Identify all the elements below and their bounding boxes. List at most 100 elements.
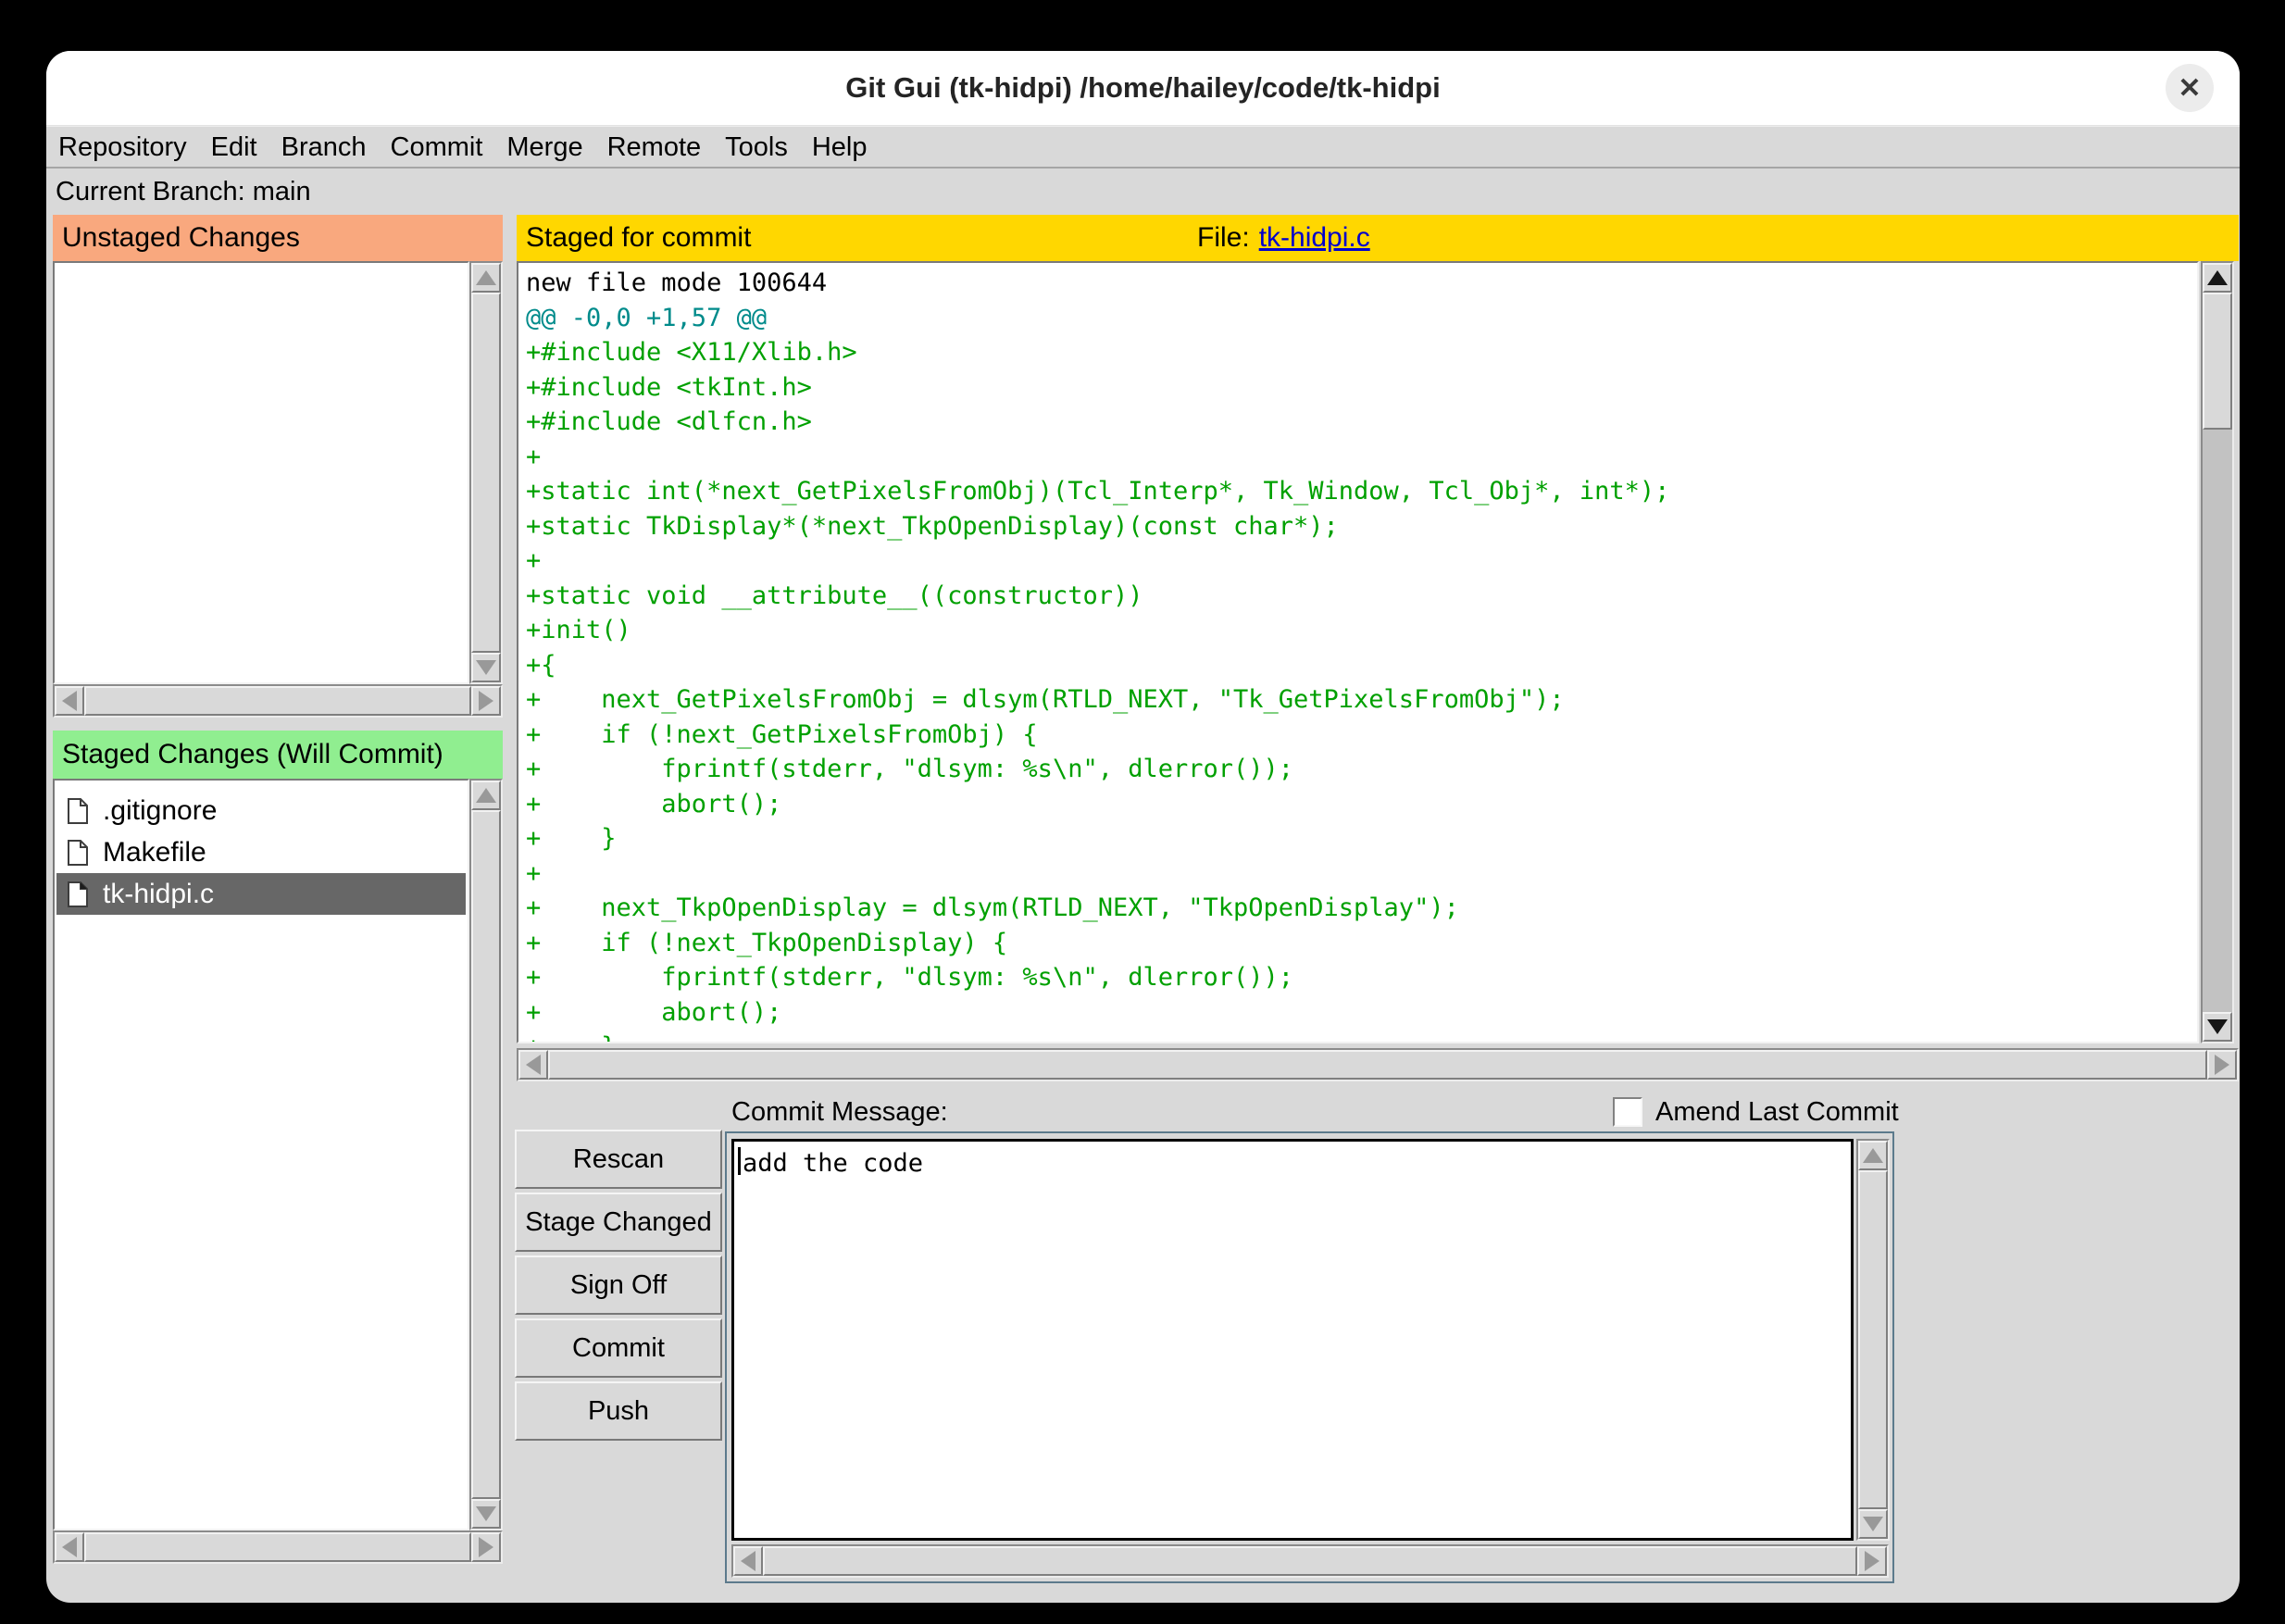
diff-line: + — [526, 856, 2190, 892]
scroll-up-button[interactable] — [471, 263, 501, 293]
staged-horizontal-scrollbar[interactable] — [53, 1530, 503, 1564]
menu-item-edit[interactable]: Edit — [199, 132, 269, 163]
sign-off-button[interactable]: Sign Off — [515, 1255, 722, 1315]
file-icon[interactable] — [68, 881, 88, 907]
window-title: Git Gui (tk-hidpi) /home/hailey/code/tk-… — [845, 71, 1440, 105]
scrollbar-thumb[interactable] — [763, 1546, 1857, 1576]
scrollbar-thumb[interactable] — [471, 810, 501, 1499]
diff-line: + abort(); — [526, 787, 2190, 822]
diff-header: Staged for commit File: tk-hidpi.c — [517, 215, 2239, 261]
unstaged-horizontal-scrollbar[interactable] — [53, 684, 503, 718]
scrollbar-thumb[interactable] — [84, 1532, 471, 1562]
diff-view[interactable]: new file mode 100644@@ -0,0 +1,57 @@+#in… — [517, 261, 2199, 1043]
unstaged-vertical-scrollbar[interactable] — [469, 261, 503, 684]
diff-line: + abort(); — [526, 995, 2190, 1031]
amend-last-commit-checkbox[interactable] — [1613, 1097, 1642, 1127]
unstaged-changes-header: Unstaged Changes — [53, 215, 503, 261]
amend-group: Amend Last Commit — [1613, 1092, 1899, 1132]
menu-item-repository[interactable]: Repository — [46, 132, 199, 163]
file-icon[interactable] — [68, 798, 88, 824]
file-icon[interactable] — [68, 840, 88, 866]
unstaged-changes-list[interactable] — [53, 261, 469, 684]
staged-file-row-tk-hidpi.c[interactable]: tk-hidpi.c — [56, 873, 466, 915]
stage-changed-button[interactable]: Stage Changed — [515, 1193, 722, 1252]
menu-item-help[interactable]: Help — [800, 132, 880, 163]
menu-item-tools[interactable]: Tools — [713, 132, 800, 163]
diff-line: + } — [526, 1030, 2190, 1043]
amend-last-commit-label[interactable]: Amend Last Commit — [1655, 1097, 1899, 1128]
diff-line: +static TkDisplay*(*next_TkpOpenDisplay)… — [526, 509, 2190, 544]
close-button[interactable]: ✕ — [2166, 64, 2214, 112]
file-name-label: Makefile — [103, 837, 206, 868]
scroll-left-button[interactable] — [55, 686, 84, 716]
diff-line: +static void __attribute__((constructor)… — [526, 579, 2190, 614]
scrollbar-thumb[interactable] — [548, 1050, 2207, 1080]
diff-line: + if (!next_TkpOpenDisplay) { — [526, 926, 2190, 961]
up-arrow-icon — [476, 788, 496, 803]
file-name-label: tk-hidpi.c — [103, 879, 214, 910]
scroll-down-button[interactable] — [2203, 1012, 2232, 1042]
staged-file-row-.gitignore[interactable]: .gitignore — [56, 790, 466, 831]
scrollbar-thumb[interactable] — [2203, 293, 2232, 430]
menu-bar: RepositoryEditBranchCommitMergeRemoteToo… — [46, 126, 2240, 169]
scrollbar-thumb[interactable] — [471, 293, 501, 653]
scroll-up-button[interactable] — [2203, 263, 2232, 293]
diff-horizontal-scrollbar[interactable] — [517, 1048, 2239, 1081]
scroll-right-button[interactable] — [2207, 1050, 2237, 1080]
current-branch-label: Current Branch: main — [46, 170, 2240, 213]
down-arrow-icon — [476, 1506, 496, 1521]
diff-line: + fprintf(stderr, "dlsym: %s\n", dlerror… — [526, 960, 2190, 995]
staged-vertical-scrollbar[interactable] — [469, 779, 503, 1530]
scrollbar-thumb[interactable] — [1858, 1170, 1888, 1509]
diff-header-title: Staged for commit — [526, 222, 751, 254]
diff-line: + fprintf(stderr, "dlsym: %s\n", dlerror… — [526, 752, 2190, 787]
commit-vertical-scrollbar[interactable] — [1856, 1139, 1890, 1541]
diff-vertical-scrollbar[interactable] — [2201, 261, 2234, 1043]
staged-changes-header: Staged Changes (Will Commit) — [53, 731, 503, 779]
menu-item-merge[interactable]: Merge — [494, 132, 594, 163]
scroll-right-button[interactable] — [471, 1532, 501, 1562]
diff-line: +{ — [526, 648, 2190, 683]
rescan-button[interactable]: Rescan — [515, 1130, 722, 1189]
staged-file-row-Makefile[interactable]: Makefile — [56, 831, 466, 873]
left-arrow-icon — [62, 1537, 77, 1557]
staged-changes-list[interactable]: .gitignore Makefile tk-hidpi.c — [53, 779, 469, 1530]
scroll-down-button[interactable] — [1858, 1509, 1888, 1539]
scroll-left-button[interactable] — [733, 1546, 763, 1576]
commit-button[interactable]: Commit — [515, 1318, 722, 1378]
diff-line: new file mode 100644 — [526, 266, 2190, 301]
scrollbar-thumb[interactable] — [84, 686, 471, 716]
down-arrow-icon — [476, 660, 496, 675]
diff-line: +#include <tkInt.h> — [526, 370, 2190, 406]
left-arrow-icon — [526, 1055, 541, 1075]
diff-line: + next_TkpOpenDisplay = dlsym(RTLD_NEXT,… — [526, 891, 2190, 926]
diff-file-link[interactable]: tk-hidpi.c — [1259, 222, 1370, 254]
scroll-right-button[interactable] — [471, 686, 501, 716]
scroll-left-button[interactable] — [518, 1050, 548, 1080]
commit-message-label: Commit Message: — [731, 1097, 948, 1128]
left-arrow-icon — [741, 1551, 755, 1571]
menu-item-remote[interactable]: Remote — [595, 132, 714, 163]
up-arrow-icon — [1863, 1148, 1883, 1163]
diff-file-label: File: — [1197, 222, 1250, 254]
diff-line: +#include <X11/Xlib.h> — [526, 335, 2190, 370]
scroll-right-button[interactable] — [1857, 1546, 1887, 1576]
diff-line: +init() — [526, 613, 2190, 648]
scroll-left-button[interactable] — [55, 1532, 84, 1562]
scroll-down-button[interactable] — [471, 653, 501, 682]
title-bar: Git Gui (tk-hidpi) /home/hailey/code/tk-… — [46, 51, 2240, 126]
file-name-label: .gitignore — [103, 795, 217, 827]
scroll-up-button[interactable] — [1858, 1141, 1888, 1170]
right-arrow-icon — [479, 691, 493, 711]
commit-message-input[interactable]: add the code — [731, 1139, 1854, 1541]
up-arrow-icon — [2207, 270, 2228, 285]
commit-horizontal-scrollbar[interactable] — [731, 1544, 1889, 1578]
scroll-down-button[interactable] — [471, 1499, 501, 1529]
scrollbar-trough[interactable] — [2203, 430, 2232, 1012]
push-button[interactable]: Push — [515, 1381, 722, 1441]
menu-item-commit[interactable]: Commit — [379, 132, 495, 163]
right-arrow-icon — [2215, 1055, 2229, 1075]
scroll-up-button[interactable] — [471, 781, 501, 810]
action-button-column: RescanStage ChangedSign OffCommitPush — [515, 1130, 722, 1444]
menu-item-branch[interactable]: Branch — [269, 132, 379, 163]
